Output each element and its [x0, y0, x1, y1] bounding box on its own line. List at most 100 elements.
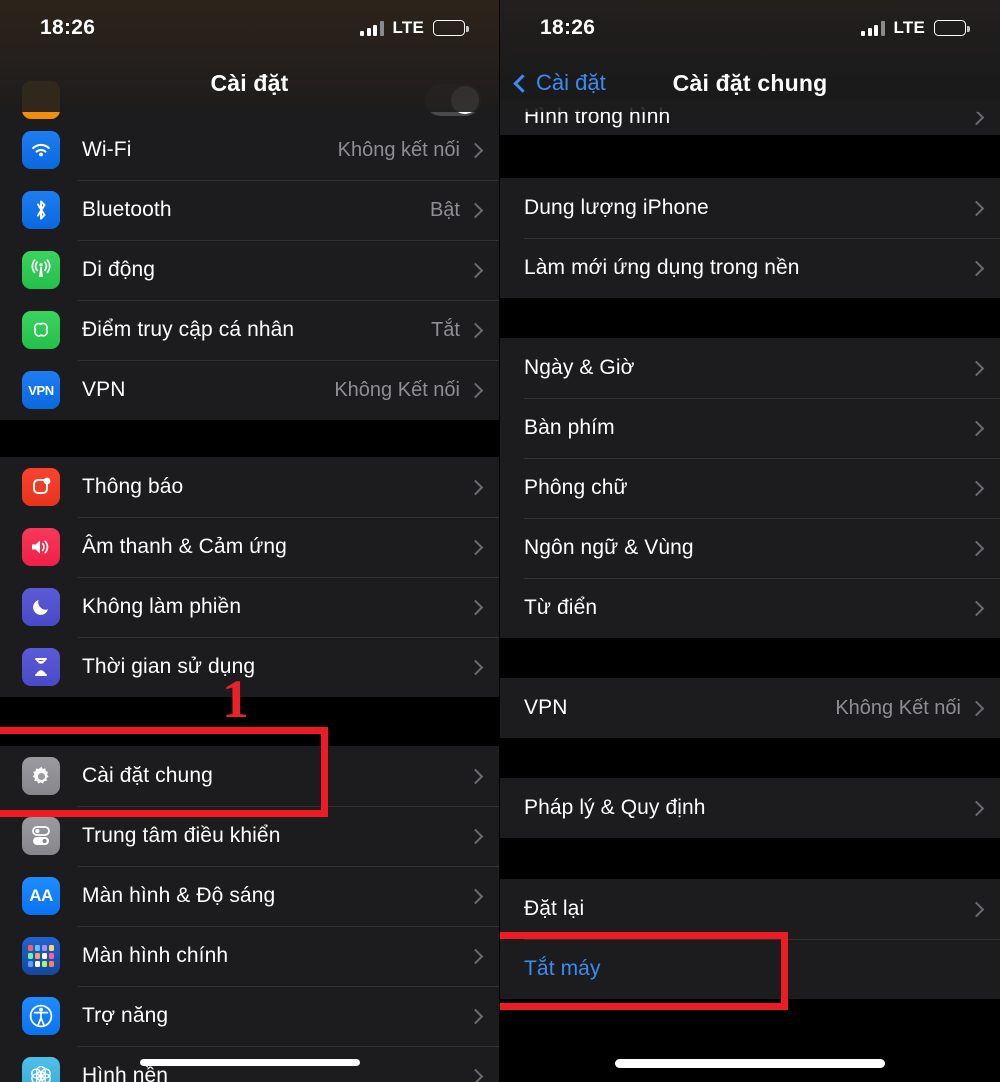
sidebar-item-label: VPN [82, 378, 126, 401]
chevron-right-icon [467, 262, 484, 278]
display-brightness-icon: AA [22, 877, 60, 915]
home-indicator [139, 1059, 360, 1066]
wallpaper-icon [22, 1057, 60, 1082]
row-value: Không Kết nối [334, 378, 460, 401]
list-item-vpn[interactable]: VPN Không Kết nối [500, 678, 1000, 738]
list-item-label: VPN [524, 696, 568, 719]
list-item-iphone-storage[interactable]: Dung lượng iPhone [500, 178, 1000, 238]
sidebar-item-label: Hình nền [82, 1064, 169, 1082]
chevron-right-icon [467, 142, 484, 158]
sidebar-item-label: Trung tâm điều khiển [82, 824, 281, 847]
list-item-language-region[interactable]: Ngôn ngữ & Vùng [500, 518, 1000, 578]
left-phone-screen: Wi-Fi Không kết nối Bluetooth Bật Di độn… [0, 0, 500, 1082]
right-settings-scroll[interactable]: Hình trong hình Dung lượng iPhone Làm mớ… [500, 0, 1000, 1082]
home-indicator [615, 1059, 885, 1068]
right-status-bar: 18:26 LTE [500, 0, 1000, 56]
sidebar-item-label: Thông báo [82, 475, 184, 498]
right-group-vpn: VPN Không Kết nối [500, 678, 1000, 738]
right-group-locale: Ngày & Giờ Bàn phím Phông chữ Ngôn ngữ &… [500, 338, 1000, 638]
back-button[interactable]: Cài đặt [513, 70, 606, 96]
chevron-right-icon [467, 202, 484, 218]
left-group-gap-2 [0, 697, 499, 746]
page-title: Cài đặt chung [672, 69, 828, 96]
sidebar-item-cellular[interactable]: Di động [0, 240, 499, 300]
chevron-right-icon [467, 539, 484, 555]
chevron-right-icon [968, 109, 985, 125]
accessibility-icon [22, 997, 60, 1035]
sidebar-item-display-brightness[interactable]: AA Màn hình & Độ sáng [0, 866, 499, 926]
list-item-date-time[interactable]: Ngày & Giờ [500, 338, 1000, 398]
sidebar-item-sounds[interactable]: Âm thanh & Cảm ứng [0, 517, 499, 577]
list-item-label: Tắt máy [524, 957, 601, 980]
signal-bars-icon [861, 20, 885, 36]
list-item-shut-down[interactable]: Tắt máy [500, 939, 1000, 999]
chevron-right-icon [968, 260, 985, 276]
list-item-label: Ngôn ngữ & Vùng [524, 536, 694, 559]
sidebar-item-control-center[interactable]: Trung tâm điều khiển [0, 806, 499, 866]
left-group-general: Cài đặt chung Trung tâm điều khiển AA Mà… [0, 746, 499, 1082]
row-value: Tắt [431, 318, 460, 341]
list-item-dictionary[interactable]: Từ điển [500, 578, 1000, 638]
sidebar-item-vpn[interactable]: VPN VPN Không Kết nối [0, 360, 499, 420]
right-gap-3 [500, 738, 1000, 778]
sidebar-item-hotspot[interactable]: Điểm truy cập cá nhân Tắt [0, 300, 499, 360]
chevron-right-icon [968, 420, 985, 436]
sidebar-item-accessibility[interactable]: Trợ năng [0, 986, 499, 1046]
sidebar-item-general[interactable]: Cài đặt chung [0, 746, 499, 806]
chevron-right-icon [467, 382, 484, 398]
right-gap-1 [500, 298, 1000, 338]
annotation-number-1: 1 [222, 669, 249, 729]
left-group-notifications: Thông báo Âm thanh & Cảm ứng Không làm p… [0, 457, 499, 697]
sidebar-item-label: Trợ năng [82, 1004, 169, 1027]
sidebar-item-dnd[interactable]: Không làm phiền [0, 577, 499, 637]
right-phone-screen: Hình trong hình Dung lượng iPhone Làm mớ… [500, 0, 1000, 1082]
chevron-right-icon [467, 479, 484, 495]
left-settings-scroll[interactable]: Wi-Fi Không kết nối Bluetooth Bật Di độn… [0, 0, 499, 1082]
do-not-disturb-icon [22, 588, 60, 626]
list-item-background-refresh[interactable]: Làm mới ứng dụng trong nền [500, 238, 1000, 298]
back-button-label: Cài đặt [536, 70, 606, 95]
page-title: Cài đặt [210, 69, 289, 96]
left-status-bar: 18:26 LTE [0, 0, 499, 56]
sidebar-item-label: Màn hình chính [82, 944, 229, 967]
sidebar-item-screen-time[interactable]: Thời gian sử dụng [0, 637, 499, 697]
chevron-right-icon [467, 659, 484, 675]
battery-icon [934, 20, 970, 36]
status-time: 18:26 [40, 16, 96, 39]
chevron-right-icon [467, 768, 484, 784]
sidebar-item-label: Cài đặt chung [82, 764, 213, 787]
chevron-right-icon [968, 800, 985, 816]
left-nav-bar: Cài đặt [0, 56, 499, 110]
list-item-legal-regulatory[interactable]: Pháp lý & Quy định [500, 778, 1000, 838]
chevron-right-icon [968, 540, 985, 556]
sidebar-item-label: Bluetooth [82, 198, 172, 221]
general-settings-icon [22, 757, 60, 795]
list-item-label: Làm mới ứng dụng trong nền [524, 256, 800, 279]
sidebar-item-label: Điểm truy cập cá nhân [82, 318, 295, 341]
list-item-label: Pháp lý & Quy định [524, 796, 706, 819]
sidebar-item-notifications[interactable]: Thông báo [0, 457, 499, 517]
chevron-right-icon [467, 1008, 484, 1024]
chevron-right-icon [467, 599, 484, 615]
right-gap-4 [500, 838, 1000, 879]
chevron-right-icon [968, 700, 985, 716]
row-value: Không Kết nối [835, 696, 961, 719]
list-item-label: Dung lượng iPhone [524, 196, 709, 219]
chevron-right-icon [968, 600, 985, 616]
bluetooth-icon [22, 191, 60, 229]
list-item-label: Bàn phím [524, 416, 615, 439]
row-value: Không kết nối [337, 138, 460, 161]
sidebar-item-wifi[interactable]: Wi-Fi Không kết nối [0, 120, 499, 180]
sidebar-item-label: Không làm phiền [82, 595, 242, 618]
row-value: Bật [429, 198, 460, 221]
list-item-reset[interactable]: Đặt lại [500, 879, 1000, 939]
list-item-keyboard[interactable]: Bàn phím [500, 398, 1000, 458]
sidebar-item-home-screen[interactable]: Màn hình chính [0, 926, 499, 986]
sidebar-item-bluetooth[interactable]: Bluetooth Bật [0, 180, 499, 240]
list-item-fonts[interactable]: Phông chữ [500, 458, 1000, 518]
chevron-right-icon [467, 1068, 484, 1082]
list-item-label: Từ điển [524, 596, 598, 619]
left-group-connectivity: Wi-Fi Không kết nối Bluetooth Bật Di độn… [0, 120, 499, 420]
dual-screenshot-container: Wi-Fi Không kết nối Bluetooth Bật Di độn… [0, 0, 1000, 1082]
screen-time-icon [22, 648, 60, 686]
